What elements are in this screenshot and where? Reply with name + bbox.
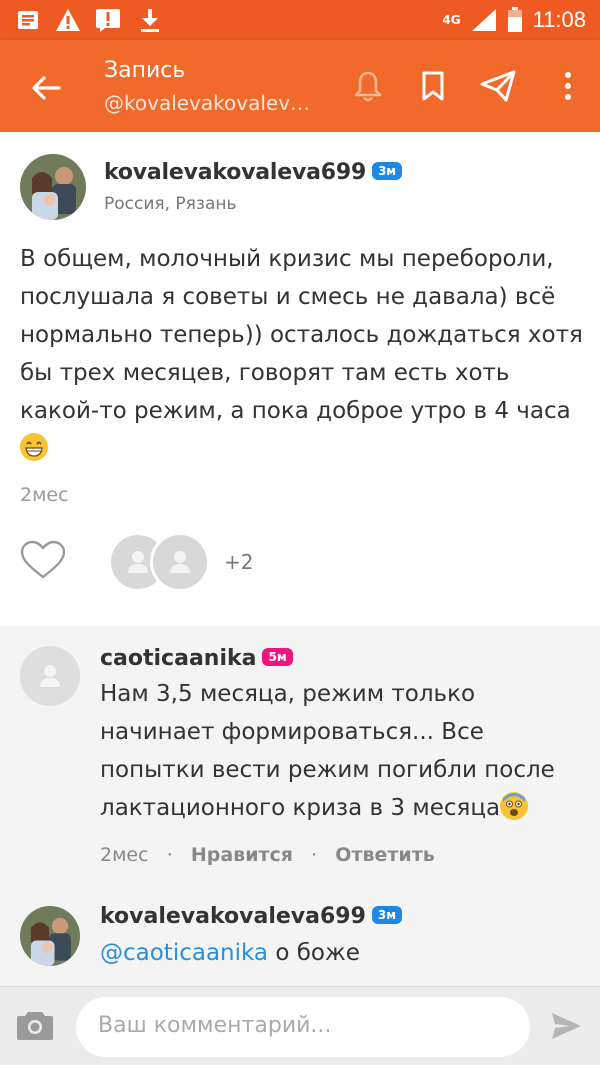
warning-icon <box>54 6 82 34</box>
post-author[interactable]: kovalevakovaleva699 3м <box>104 160 402 185</box>
avatar[interactable] <box>20 646 80 706</box>
like-comment-button[interactable]: Нравится <box>191 844 293 866</box>
network-type: 4G <box>442 13 461 27</box>
download-icon <box>136 6 164 34</box>
post-text: В общем, молочный кризис мы перебороли, … <box>20 240 586 468</box>
status-badge: 5м <box>262 648 293 666</box>
comment-meta: 2мес · Нравится · Ответить <box>100 844 435 866</box>
user-placeholder-icon <box>170 551 190 573</box>
avatar[interactable] <box>20 154 86 220</box>
page-subtitle: @kovalevakovaleva699 <box>104 91 314 115</box>
post-time: 2мес <box>20 484 69 506</box>
likers-more-count[interactable]: +2 <box>224 550 253 574</box>
status-bar: 4G 11:08 <box>0 0 600 40</box>
scared-emoji-icon <box>500 792 529 820</box>
post-location: Россия, Рязань <box>104 194 237 214</box>
comment-input-bar: Ваш комментарий... <box>0 986 600 1065</box>
comment-author[interactable]: kovalevakovaleva699 3м <box>100 904 403 929</box>
post: kovalevakovaleva699 3м Россия, Рязань В о… <box>0 132 600 626</box>
page-title: Запись <box>104 58 186 83</box>
comment-text: Нам 3,5 месяца, режим только начинает фо… <box>100 675 580 827</box>
user-placeholder-icon <box>40 665 60 687</box>
comment-body: Нам 3,5 месяца, режим только начинает фо… <box>100 681 555 821</box>
bell-icon[interactable] <box>346 64 390 108</box>
reply-button[interactable]: Ответить <box>335 844 434 866</box>
signal-icon <box>471 9 496 31</box>
clock: 11:08 <box>532 7 586 32</box>
bookmark-icon[interactable] <box>411 64 455 108</box>
app-bar: Запись @kovalevakovaleva699 <box>0 40 600 132</box>
back-arrow-icon[interactable] <box>24 66 68 110</box>
author-name[interactable]: caoticaanika <box>100 646 256 671</box>
comment-text: @caoticaanika о боже <box>100 934 580 972</box>
more-vert-icon[interactable] <box>546 64 590 108</box>
camera-icon[interactable] <box>16 1009 56 1045</box>
separator: · <box>154 844 185 866</box>
post-body: В общем, молочный кризис мы перебороли, … <box>20 246 583 424</box>
grin-emoji-icon <box>20 433 48 461</box>
avatar[interactable] <box>20 906 80 966</box>
separator: · <box>299 844 330 866</box>
author-name[interactable]: kovalevakovaleva699 <box>100 904 366 929</box>
comment-time: 2мес <box>100 844 149 866</box>
comment-author[interactable]: caoticaanika 5м <box>100 646 293 671</box>
status-badge: 3м <box>372 162 402 180</box>
send-arrow-icon[interactable] <box>550 1011 584 1043</box>
user-placeholder-icon <box>128 551 148 573</box>
battery-icon <box>507 7 522 32</box>
heart-icon[interactable] <box>20 540 68 584</box>
notification-icon <box>14 6 42 34</box>
status-badge: 3м <box>371 906 403 924</box>
author-name[interactable]: kovalevakovaleva699 <box>104 160 366 185</box>
comments-section: caoticaanika 5м Нам 3,5 месяца, режим тол… <box>0 626 600 986</box>
comment-input[interactable]: Ваш комментарий... <box>76 997 530 1057</box>
liker-avatar[interactable] <box>150 532 210 592</box>
comment-body: о боже <box>268 940 360 966</box>
send-icon[interactable] <box>476 64 520 108</box>
mention-link[interactable]: @caoticaanika <box>100 940 268 966</box>
alert-box-icon <box>94 6 122 34</box>
